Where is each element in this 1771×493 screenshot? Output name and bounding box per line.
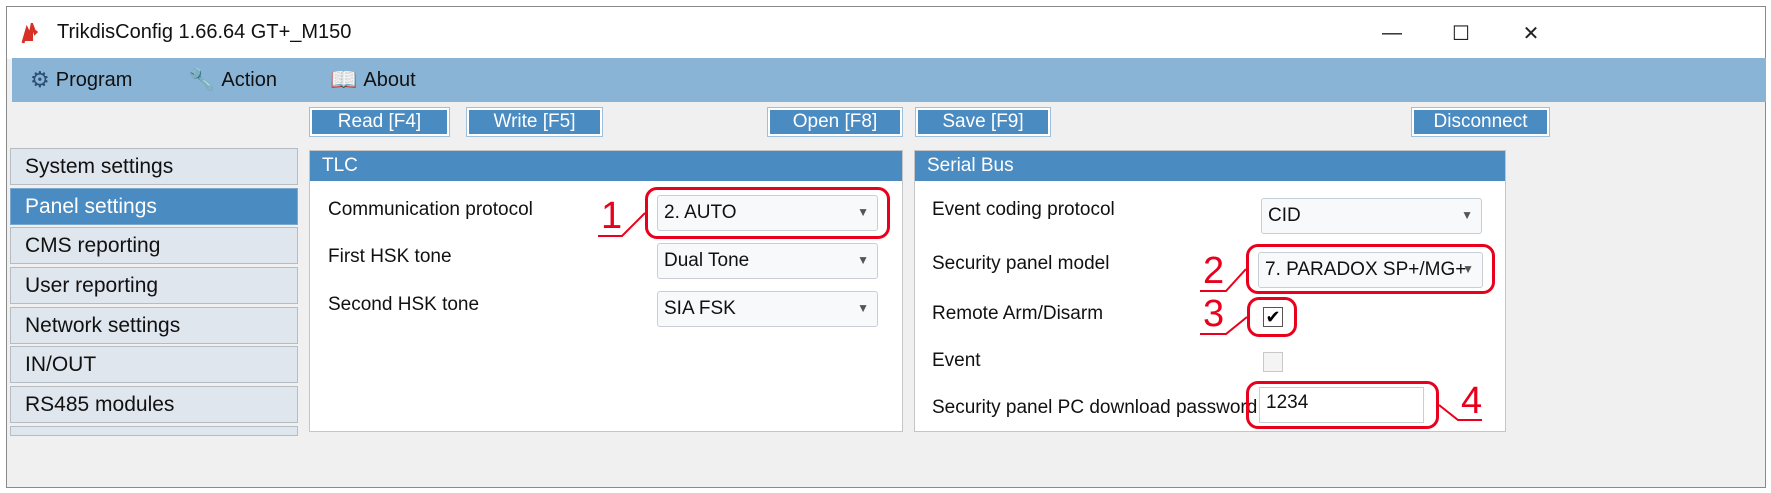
app-logo-icon (21, 23, 39, 44)
read-button[interactable]: Read [F4] (309, 107, 450, 137)
sidebar-item-panel-settings[interactable]: Panel settings (10, 188, 298, 225)
communication-protocol-value: 2. AUTO (664, 202, 737, 223)
menu-action[interactable]: 🔧 Action (188, 58, 277, 102)
open-button[interactable]: Open [F8] (767, 107, 903, 137)
title-bar: TrikdisConfig 1.66.64 GT+_M150 — ☐ ✕ (7, 7, 1765, 59)
sidebar-item-in-out[interactable]: IN/OUT (10, 346, 298, 383)
sidebar-item-network-settings[interactable]: Network settings (10, 307, 298, 344)
write-button[interactable]: Write [F5] (466, 107, 603, 137)
menu-about[interactable]: 📖 About (330, 58, 416, 102)
callout-number-4: 4 (1461, 380, 1483, 422)
second-hsk-tone-select[interactable]: SIA FSK ▼ (657, 291, 878, 327)
minimize-button[interactable]: — (1357, 15, 1427, 51)
first-hsk-tone-label: First HSK tone (328, 246, 452, 267)
book-icon: 📖 (330, 67, 358, 92)
close-button[interactable]: ✕ (1496, 15, 1566, 51)
communication-protocol-label: Communication protocol (328, 199, 533, 220)
serial-bus-panel-title: Serial Bus (915, 151, 1505, 181)
menu-action-label: Action (221, 68, 277, 91)
window-title: TrikdisConfig 1.66.64 GT+_M150 (57, 21, 352, 43)
pc-download-password-label: Security panel PC download password (932, 397, 1258, 418)
callout-number-2: 2 (1203, 250, 1225, 292)
security-panel-model-value: 7. PARADOX SP+/MG+ (1265, 259, 1467, 280)
menu-program-label: Program (55, 68, 133, 91)
event-coding-protocol-label: Event coding protocol (932, 199, 1115, 220)
disconnect-button[interactable]: Disconnect (1411, 107, 1550, 137)
sidebar-item-system-settings[interactable]: System settings (10, 148, 298, 185)
event-coding-protocol-value: CID (1268, 205, 1301, 226)
sidebar-item-cms-reporting[interactable]: CMS reporting (10, 227, 298, 264)
sidebar-item-rs485-modules[interactable]: RS485 modules (10, 386, 298, 423)
menu-bar: ⚙ Program 🔧 Action 📖 About (12, 58, 1766, 102)
gear-icon: ⚙ (30, 67, 50, 92)
security-panel-model-select[interactable]: 7. PARADOX SP+/MG+ ▼ (1258, 252, 1483, 288)
menu-about-label: About (363, 68, 416, 91)
remote-arm-disarm-checkbox[interactable]: ✔ (1263, 307, 1283, 327)
menu-program[interactable]: ⚙ Program (30, 58, 132, 102)
event-label: Event (932, 350, 981, 371)
event-checkbox[interactable] (1263, 352, 1283, 372)
chevron-down-icon: ▼ (857, 205, 869, 219)
chevron-down-icon: ▼ (1462, 262, 1474, 276)
pc-download-password-input[interactable]: 1234 (1259, 387, 1424, 423)
sidebar-item-more[interactable] (10, 426, 298, 436)
chevron-down-icon: ▼ (857, 301, 869, 315)
first-hsk-tone-value: Dual Tone (664, 250, 750, 271)
tlc-panel-title: TLC (310, 151, 902, 181)
callout-number-3: 3 (1203, 293, 1225, 335)
security-panel-model-label: Security panel model (932, 253, 1110, 274)
first-hsk-tone-select[interactable]: Dual Tone ▼ (657, 243, 878, 279)
second-hsk-tone-value: SIA FSK (664, 298, 736, 319)
save-button[interactable]: Save [F9] (915, 107, 1051, 137)
chevron-down-icon: ▼ (1461, 208, 1473, 222)
sidebar-item-user-reporting[interactable]: User reporting (10, 267, 298, 304)
chevron-down-icon: ▼ (857, 253, 869, 267)
callout-number-1: 1 (601, 195, 623, 237)
event-coding-protocol-select[interactable]: CID ▼ (1261, 198, 1482, 234)
maximize-button[interactable]: ☐ (1426, 15, 1496, 51)
second-hsk-tone-label: Second HSK tone (328, 294, 480, 315)
communication-protocol-select[interactable]: 2. AUTO ▼ (657, 195, 878, 231)
remote-arm-disarm-label: Remote Arm/Disarm (932, 303, 1104, 324)
wrench-icon: 🔧 (188, 67, 216, 92)
